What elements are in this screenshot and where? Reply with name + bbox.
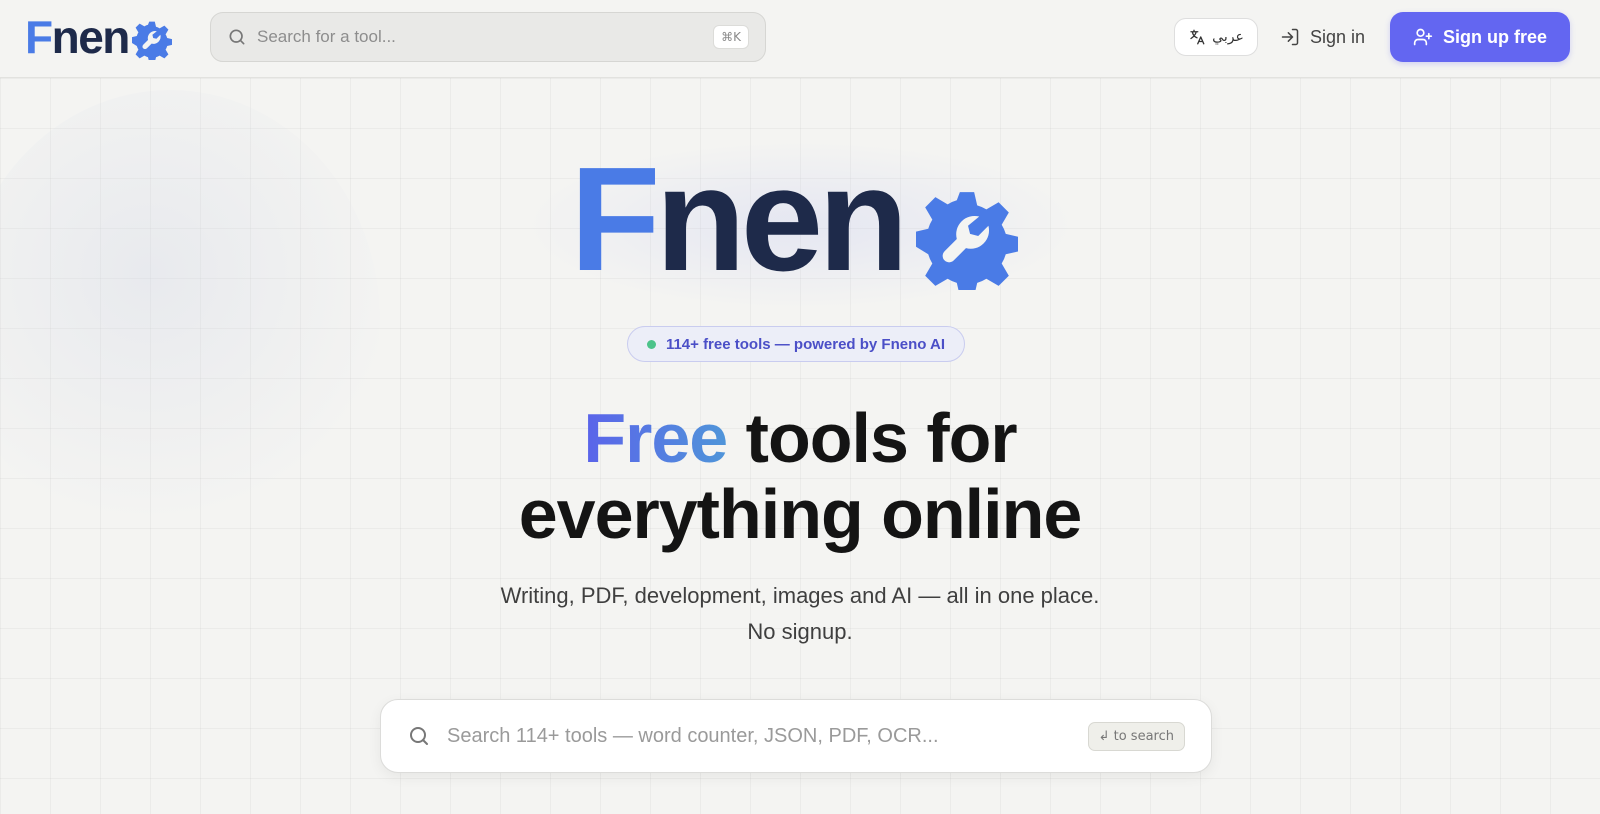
top-navbar: Fnen ⌘K عربي Sign in Sign up free <box>0 0 1600 78</box>
hero-search[interactable]: ↲ to search <box>380 699 1212 773</box>
sign-in-button[interactable]: Sign in <box>1280 20 1365 54</box>
headline-line1-rest: tools for <box>727 399 1018 477</box>
translate-icon <box>1190 29 1205 45</box>
user-plus-icon <box>1413 28 1433 46</box>
hero-logo-wordmark: Fnen <box>570 137 909 302</box>
subtext-line1: Writing, PDF, development, images and AI… <box>500 583 1100 608</box>
logo-wordmark: Fnen <box>25 11 130 63</box>
subtext-line2: No signup. <box>747 619 853 644</box>
header-search[interactable]: ⌘K <box>210 12 766 62</box>
background-glow <box>0 90 380 550</box>
sign-in-label: Sign in <box>1310 26 1366 47</box>
sign-up-button[interactable]: Sign up free <box>1390 12 1570 62</box>
enter-to-search-hint: ↲ to search <box>1087 721 1185 751</box>
hero-logo: Fnen <box>570 137 1030 302</box>
tools-count-badge: 114+ free tools — powered by Fneno AI <box>627 326 965 362</box>
language-toggle-button[interactable]: عربي <box>1174 18 1258 56</box>
hero-subtext: Writing, PDF, development, images and AI… <box>400 578 1200 650</box>
sign-up-label: Sign up free <box>1442 26 1547 47</box>
gear-wrench-icon <box>915 192 1018 290</box>
header-search-input[interactable] <box>257 27 714 47</box>
headline-highlight: Free <box>583 399 728 477</box>
headline-line2: everything online <box>518 475 1083 553</box>
site-logo[interactable]: Fnen <box>25 12 172 62</box>
status-dot <box>646 339 656 349</box>
search-icon <box>410 727 428 745</box>
sign-in-icon <box>1281 28 1299 46</box>
hero-search-input[interactable] <box>447 724 1088 748</box>
search-icon <box>229 29 245 45</box>
badge-text: 114+ free tools — powered by Fneno AI <box>665 335 946 353</box>
language-label: عربي <box>1212 29 1244 45</box>
search-shortcut-badge: ⌘K <box>713 25 749 49</box>
hero-headline: Free tools for everything online <box>400 400 1200 552</box>
gear-wrench-icon <box>131 21 172 60</box>
